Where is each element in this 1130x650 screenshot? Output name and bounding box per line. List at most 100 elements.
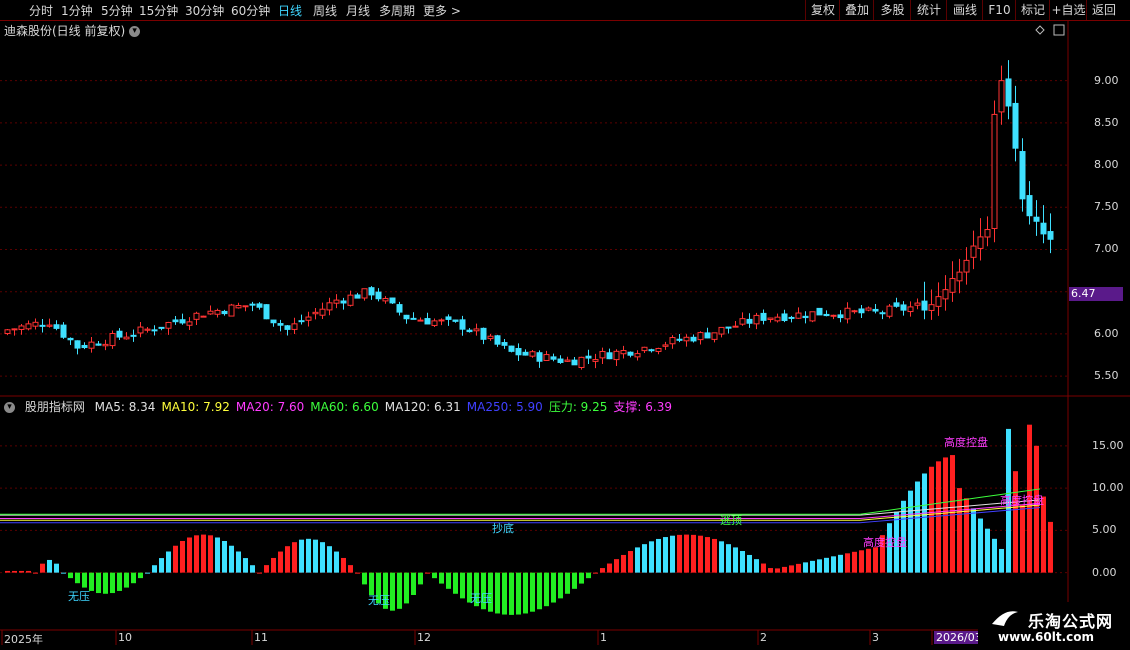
indicator-bar: [537, 572, 542, 610]
indicator-bar: [642, 544, 647, 573]
candle-body: [991, 113, 998, 229]
candle-body: [340, 300, 347, 304]
indicator-bar: [558, 572, 563, 599]
indicator-bar: [306, 538, 311, 573]
candle-body: [662, 344, 669, 347]
indicator-bar: [68, 572, 73, 579]
indicator-bar: [75, 572, 80, 584]
candle-body: [571, 359, 578, 366]
indicator-bar: [495, 572, 500, 614]
indicator-bar: [411, 572, 416, 595]
indicator-bar: [453, 572, 458, 594]
indicator-name: 股朋指标网: [24, 400, 85, 414]
indicator-bar: [824, 557, 829, 573]
indicator-bar: [698, 535, 703, 573]
indicator-bar: [684, 534, 689, 573]
diamond-icon[interactable]: [1035, 25, 1045, 35]
indicator-bar: [1013, 471, 1018, 573]
indicator-bar: [789, 565, 794, 573]
indicator-bar: [999, 548, 1004, 573]
indicator-bar: [96, 572, 101, 594]
indicator-bar: [327, 546, 332, 573]
indicator-bar: [656, 538, 661, 573]
candle-body: [851, 310, 858, 313]
candle-body: [116, 330, 123, 338]
indicator-bar: [82, 572, 87, 588]
indicator-annotation: 无压: [470, 592, 492, 605]
candle-body: [739, 318, 746, 325]
indicator-bar: [341, 557, 346, 573]
indicator-bar: [446, 572, 451, 589]
indicator-bar: [838, 554, 843, 573]
indicator-bar: [614, 559, 619, 573]
candle-body: [466, 329, 473, 333]
indicator-bar: [740, 551, 745, 573]
candle-body: [25, 323, 32, 330]
watermark-logo-icon: [992, 611, 1018, 626]
indicator-bar: [236, 551, 241, 573]
candle-body: [214, 309, 221, 315]
candle-body: [858, 308, 865, 314]
indicator-bar: [523, 572, 528, 614]
indicator-bar: [257, 572, 262, 574]
candle-body: [123, 336, 130, 340]
indicator-bar: [810, 560, 815, 573]
indicator-bar: [173, 545, 178, 573]
indicator-bar: [166, 551, 171, 573]
indicator-bar: [950, 455, 955, 573]
candle-body: [501, 342, 508, 346]
indicator-bar: [299, 539, 304, 573]
candle-body: [564, 359, 571, 362]
candle-body: [473, 328, 480, 332]
indicator-bar: [579, 572, 584, 584]
candle-body: [711, 332, 718, 340]
window-icon[interactable]: [1053, 24, 1065, 36]
indicator-bar: [432, 572, 437, 579]
indicator-value: MA60: 6.60: [310, 400, 379, 414]
indicator-annotation: 高度控盘: [1000, 494, 1044, 507]
candle-body: [697, 332, 704, 341]
indicator-bar: [285, 546, 290, 573]
candle-body: [256, 303, 263, 308]
indicator-bar: [761, 563, 766, 573]
indicator-ma-line: [0, 499, 1041, 516]
candle-body: [207, 310, 214, 315]
candle-body: [347, 294, 354, 306]
candle-body: [809, 311, 816, 322]
candle-body: [1005, 78, 1012, 107]
candle-body: [102, 343, 109, 347]
price-tick: 7.50: [1094, 200, 1119, 214]
indicator-bar: [47, 559, 52, 573]
indicator-bar: [649, 541, 654, 573]
candle-body: [284, 325, 291, 330]
candle-body: [543, 354, 550, 361]
indicator-bar: [803, 562, 808, 573]
indicator-bar: [712, 538, 717, 573]
candle-body: [690, 336, 697, 342]
candle-body: [382, 297, 389, 302]
candle-body: [39, 324, 46, 327]
indicator-menu-icon[interactable]: ▾: [4, 402, 15, 413]
candle-body: [459, 319, 466, 330]
indicator-bar: [782, 566, 787, 573]
candle-body: [333, 299, 340, 304]
candle-body: [494, 335, 501, 345]
candle-body: [753, 314, 760, 325]
candle-body: [144, 328, 151, 331]
indicator-bar: [565, 572, 570, 594]
price-tick: 9.00: [1094, 73, 1119, 87]
indicator-bar: [775, 568, 780, 573]
indicator-bar: [152, 565, 157, 573]
indicator-bar: [320, 542, 325, 573]
indicator-bar: [663, 537, 668, 573]
indicator-bar: [460, 572, 465, 599]
candle-body: [760, 312, 767, 321]
candle-body: [732, 325, 739, 328]
indicator-bar: [271, 557, 276, 573]
candle-body: [655, 347, 662, 352]
indicator-bar: [866, 548, 871, 573]
candle-body: [844, 307, 851, 320]
indicator-value: MA120: 6.31: [384, 400, 461, 414]
indicator-bar: [33, 572, 38, 574]
candle-body: [788, 316, 795, 319]
